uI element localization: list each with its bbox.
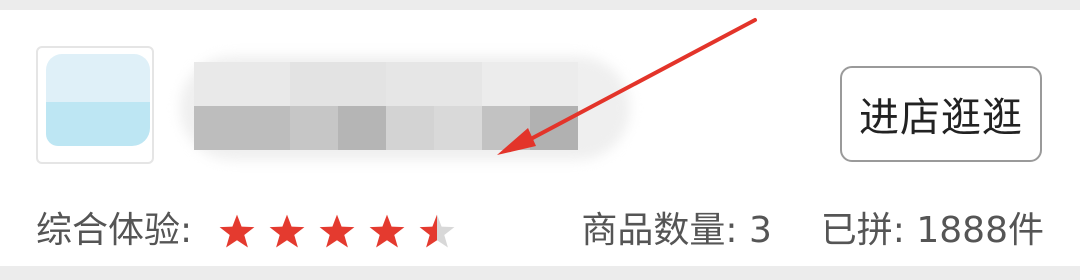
- shop-name-blur-block: [386, 106, 434, 150]
- visit-shop-button[interactable]: 进店逛逛: [840, 66, 1042, 162]
- shop-name-blur-block: [386, 62, 482, 106]
- shop-name-blur-block: [530, 106, 578, 150]
- rating-label: 综合体验:: [36, 210, 193, 251]
- shop-stats: 商品数量: 3 已拼: 1888件: [581, 206, 1044, 256]
- shop-card: 进店逛逛 综合体验: 商品数量: 3 已拼: 1888件: [0, 10, 1080, 266]
- shop-name-blur-block: [290, 62, 386, 106]
- star-icon: [419, 214, 455, 248]
- product-count-value: 3: [748, 210, 772, 251]
- shop-logo[interactable]: [36, 46, 154, 164]
- shop-name-blur-block: [482, 62, 578, 106]
- shop-name-blur-block: [194, 62, 290, 106]
- product-count-label: 商品数量:: [581, 210, 738, 251]
- shop-logo-top: [46, 54, 150, 102]
- sold-count-label: 已拼:: [820, 210, 905, 251]
- shop-name-blur-block: [434, 106, 482, 150]
- shop-name-blur-block: [482, 106, 530, 150]
- star-icon: [219, 214, 255, 248]
- star-icon: [319, 214, 355, 248]
- shop-logo-bottom: [46, 102, 150, 146]
- star-icon: [369, 214, 405, 248]
- shop-name-blur-block: [338, 106, 386, 150]
- sold-count-value: 1888件: [916, 210, 1044, 251]
- shop-name-blur-block: [194, 106, 290, 150]
- star-icon: [269, 214, 305, 248]
- shop-name-redacted[interactable]: [180, 56, 630, 160]
- shop-name-blur-block: [290, 106, 338, 150]
- rating-stars: [218, 213, 456, 253]
